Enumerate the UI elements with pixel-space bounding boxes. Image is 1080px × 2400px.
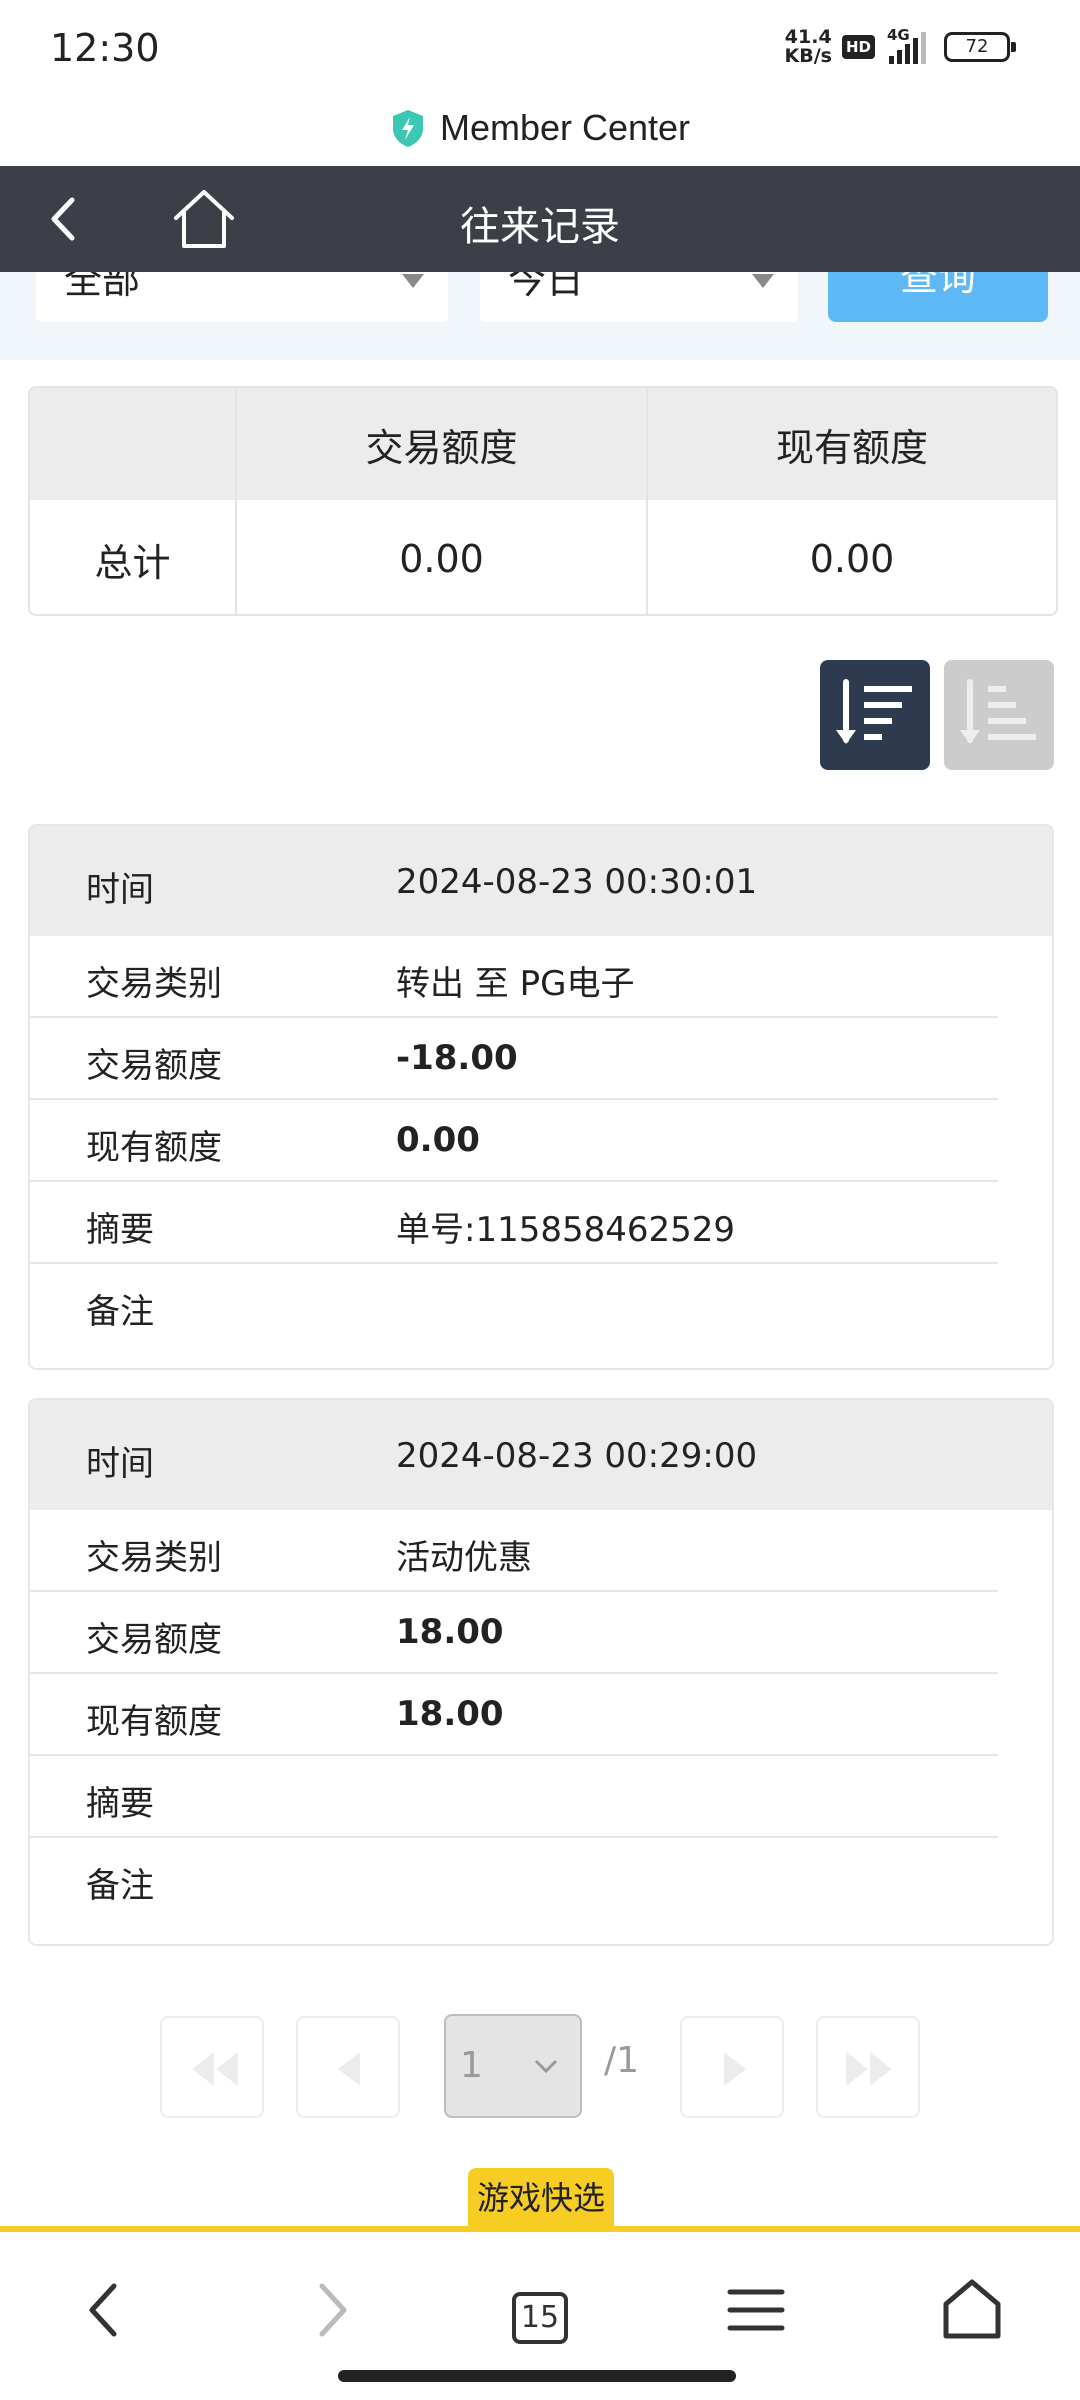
summary-label: 摘要 bbox=[86, 1210, 154, 1250]
record-time-row: 时间 2024-08-23 00:29:00 bbox=[30, 1400, 1052, 1510]
record-card: 时间 2024-08-23 00:30:01 交易类别 转出 至 PG电子 交易… bbox=[28, 824, 1054, 1370]
page-total: /1 bbox=[604, 2040, 640, 2081]
next-page-button[interactable] bbox=[680, 2016, 784, 2118]
chevron-left-icon bbox=[338, 2052, 360, 2086]
record-type-row: 交易类别 转出 至 PG电子 bbox=[30, 936, 998, 1018]
dropdown-caret-icon bbox=[402, 274, 424, 288]
record-remark-row: 备注 bbox=[30, 1264, 998, 1346]
record-type-row: 交易类别 活动优惠 bbox=[30, 1510, 998, 1592]
double-chevron-left-icon bbox=[192, 2052, 238, 2086]
status-bar: 12:30 41.4 KB/s HD 4G 72 bbox=[0, 0, 1080, 90]
page-select[interactable]: 1 bbox=[444, 2014, 582, 2118]
shield-icon bbox=[392, 110, 423, 147]
summary-balance-total: 0.00 bbox=[809, 537, 895, 581]
time-label: 时间 bbox=[86, 870, 154, 910]
page-title: 往来记录 bbox=[460, 204, 620, 250]
summary-label: 摘要 bbox=[86, 1784, 154, 1824]
record-time: 2024-08-23 00:29:00 bbox=[396, 1436, 758, 1476]
sort-ascending-icon bbox=[960, 679, 1036, 744]
time-label: 时间 bbox=[86, 1444, 154, 1484]
record-time-row: 时间 2024-08-23 00:30:01 bbox=[30, 826, 1052, 936]
summary-header-balance: 现有额度 bbox=[775, 425, 928, 470]
remark-label: 备注 bbox=[86, 1866, 154, 1906]
page-select-value: 1 bbox=[460, 2045, 483, 2086]
record-amount-row: 交易额度 18.00 bbox=[30, 1592, 998, 1674]
summary-header-trade: 交易额度 bbox=[237, 388, 648, 500]
record-amount-row: 交易额度 -18.00 bbox=[30, 1018, 998, 1100]
tabs-button[interactable]: 15 bbox=[512, 2292, 568, 2344]
home-indicator[interactable] bbox=[338, 2370, 736, 2382]
chevron-right-icon bbox=[724, 2052, 746, 2086]
record-summary-row: 摘要 bbox=[30, 1756, 998, 1838]
sort-descending-icon bbox=[836, 679, 912, 744]
record-amount: 18.00 bbox=[396, 1612, 504, 1652]
network-speed-unit: KB/s bbox=[784, 45, 832, 67]
record-amount: -18.00 bbox=[396, 1038, 518, 1078]
summary-header-empty bbox=[30, 388, 237, 500]
site-title: Member Center bbox=[439, 107, 691, 148]
amount-label: 交易额度 bbox=[86, 1046, 222, 1086]
record-balance: 18.00 bbox=[396, 1694, 504, 1734]
browser-bottom-nav: 15 bbox=[0, 2232, 1080, 2400]
remark-label: 备注 bbox=[86, 1292, 154, 1332]
browser-back-icon[interactable] bbox=[66, 2270, 146, 2350]
summary-total-row: 总计 0.00 0.00 bbox=[30, 500, 1056, 614]
balance-label: 现有额度 bbox=[86, 1128, 222, 1168]
record-card: 时间 2024-08-23 00:29:00 交易类别 活动优惠 交易额度 18… bbox=[28, 1398, 1054, 1946]
status-time: 12:30 bbox=[50, 26, 160, 70]
status-icons: 41.4 KB/s HD 4G 72 bbox=[785, 26, 1016, 66]
record-type: 活动优惠 bbox=[396, 1538, 532, 1578]
record-summary-row: 摘要 单号:115858462529 bbox=[30, 1182, 998, 1264]
double-chevron-right-icon bbox=[846, 2052, 892, 2086]
record-time: 2024-08-23 00:30:01 bbox=[396, 862, 758, 902]
sort-descending-button[interactable] bbox=[820, 660, 930, 770]
hd-icon: HD bbox=[841, 35, 875, 59]
chevron-down-icon bbox=[534, 2059, 558, 2074]
summary-table: 交易额度 现有额度 总计 0.00 0.00 bbox=[28, 386, 1058, 616]
record-remark-row: 备注 bbox=[30, 1838, 998, 1920]
type-label: 交易类别 bbox=[86, 1538, 222, 1578]
balance-label: 现有额度 bbox=[86, 1702, 222, 1742]
network-speed: 41.4 KB/s bbox=[785, 28, 832, 66]
type-label: 交易类别 bbox=[86, 964, 222, 1004]
battery-level: 72 bbox=[965, 36, 989, 57]
browser-home-icon[interactable] bbox=[932, 2270, 1012, 2350]
record-balance: 0.00 bbox=[396, 1120, 480, 1160]
record-summary: 单号:115858462529 bbox=[396, 1210, 736, 1250]
summary-row-label: 总计 bbox=[30, 500, 237, 614]
record-type: 转出 至 PG电子 bbox=[396, 964, 635, 1004]
dropdown-caret-icon bbox=[752, 274, 774, 288]
signal-icon: 4G bbox=[885, 26, 926, 64]
prev-page-button[interactable] bbox=[296, 2016, 400, 2118]
summary-header-row: 交易额度 现有额度 bbox=[30, 388, 1056, 500]
last-page-button[interactable] bbox=[816, 2016, 920, 2118]
first-page-button[interactable] bbox=[160, 2016, 264, 2118]
network-type: 4G bbox=[887, 26, 910, 44]
browser-forward-icon[interactable] bbox=[290, 2270, 370, 2350]
record-balance-row: 现有额度 18.00 bbox=[30, 1674, 998, 1756]
amount-label: 交易额度 bbox=[86, 1620, 222, 1660]
browser-url-bar[interactable]: Member Center bbox=[0, 90, 1080, 166]
record-balance-row: 现有额度 0.00 bbox=[30, 1100, 998, 1182]
summary-trade-total: 0.00 bbox=[237, 500, 648, 614]
sort-ascending-button[interactable] bbox=[944, 660, 1054, 770]
page-header-overlay: 往来记录 bbox=[0, 166, 1080, 272]
battery-icon: 72 bbox=[944, 32, 1016, 62]
game-quick-pick-tab[interactable]: 游戏快选 bbox=[468, 2168, 614, 2228]
filter-bar: 全部 今日 查询 bbox=[0, 252, 1080, 360]
menu-icon[interactable] bbox=[716, 2270, 796, 2350]
